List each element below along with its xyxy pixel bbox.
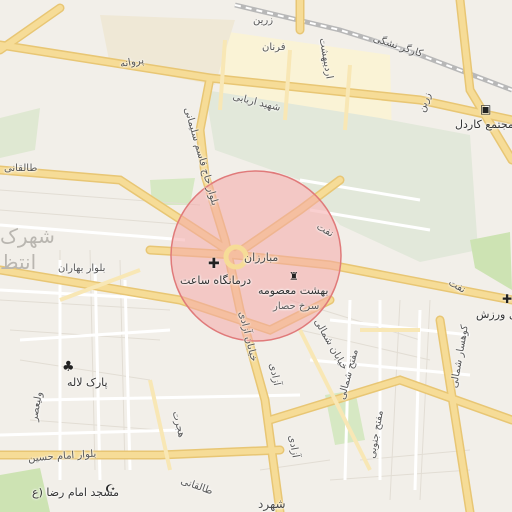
tree-icon[interactable]: ♣	[62, 360, 75, 374]
district-label: انتظ	[0, 250, 37, 274]
street-label: طالقانی	[4, 163, 38, 174]
area-label: سرخ حصار	[273, 301, 320, 312]
bag-icon[interactable]: ✚	[502, 292, 512, 306]
map-canvas[interactable]: زرین فرنان اردیبهشت پروانه شهید اربابی ک…	[0, 0, 512, 512]
clinic-label[interactable]: درمانگاه ساعت	[180, 274, 251, 287]
district-label: شهرک	[0, 224, 55, 248]
mosque-label[interactable]: مسجد امام رضا (ع	[32, 486, 119, 499]
street-label: فرنان	[262, 42, 286, 53]
shopping-bag-icon[interactable]: ▣	[480, 102, 491, 116]
street-label: زرین	[253, 15, 274, 26]
street-label: بلوار بهاران	[58, 263, 106, 274]
street-label: مبارزان	[244, 251, 279, 264]
park-label[interactable]: پارک لاله	[67, 376, 108, 389]
grave-icon[interactable]: ♜	[289, 270, 299, 284]
mall-label[interactable]: مجتمع کاردل	[455, 118, 512, 131]
sports-label[interactable]: پل ورزش	[476, 308, 512, 321]
plus-icon[interactable]: ✚	[208, 257, 220, 271]
area-label: شهرد	[258, 497, 286, 511]
cemetery-label[interactable]: بهشت معصومه	[258, 284, 328, 297]
